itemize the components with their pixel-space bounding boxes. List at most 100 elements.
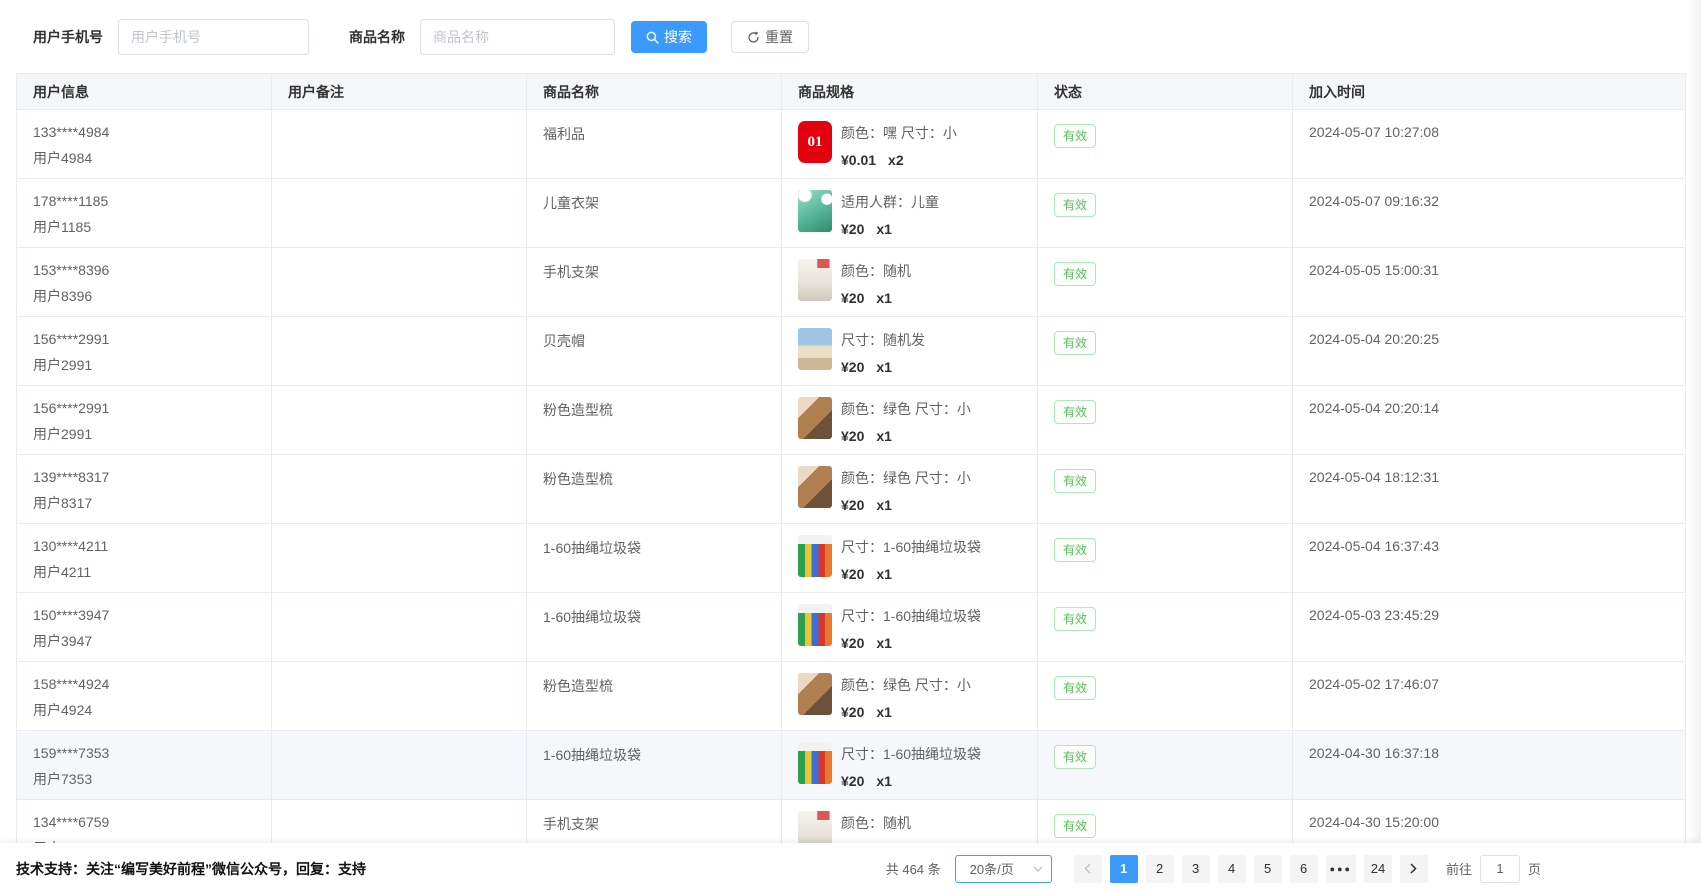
user-phone: 150****3947 [33, 607, 255, 623]
total-count: 共 464 条 [886, 859, 941, 878]
product-name: 1-60抽绳垃圾袋 [543, 745, 765, 765]
product-qty: x1 [876, 428, 892, 444]
table-header-row: 用户信息 用户备注 商品名称 商品规格 状态 加入时间 [17, 74, 1686, 110]
join-time: 2024-04-30 16:37:18 [1309, 745, 1669, 761]
footer-bar: 技术支持：关注“编写美好前程”微信公众号，回复：支持 共 464 条 20条/页… [0, 843, 1701, 894]
goto-page-input[interactable] [1480, 855, 1520, 883]
search-button[interactable]: 搜索 [631, 21, 707, 53]
reset-button[interactable]: 重置 [731, 21, 809, 53]
table-body: 133****4984 用户4984 福利品 01 颜色：嘿 尺寸：小 ¥0.0… [17, 110, 1686, 869]
page-button-2[interactable]: 2 [1146, 855, 1174, 883]
join-time: 2024-05-02 17:46:07 [1309, 676, 1669, 692]
page-button-3[interactable]: 3 [1182, 855, 1210, 883]
product-price: ¥20 [841, 221, 864, 237]
product-spec: 尺寸：随机发 [841, 330, 925, 350]
user-nickname: 用户7353 [33, 769, 255, 789]
user-nickname: 用户3947 [33, 631, 255, 651]
product-qty: x2 [888, 152, 904, 168]
product-thumbnail [798, 259, 832, 301]
phone-label: 用户手机号 [33, 27, 103, 47]
product-price: ¥0.01 [841, 152, 876, 168]
page-button-24[interactable]: 24 [1364, 855, 1392, 883]
product-qty: x1 [876, 773, 892, 789]
support-text: 技术支持：关注“编写美好前程”微信公众号，回复：支持 [16, 859, 366, 879]
product-name: 1-60抽绳垃圾袋 [543, 607, 765, 627]
status-badge: 有效 [1054, 193, 1096, 217]
user-phone: 134****6759 [33, 814, 255, 830]
table-row: 156****2991 用户2991 贝壳帽 尺寸：随机发 ¥20x1 [17, 317, 1686, 386]
page-button-4[interactable]: 4 [1218, 855, 1246, 883]
user-nickname: 用户2991 [33, 355, 255, 375]
product-thumbnail [798, 535, 832, 577]
product-spec: 颜色：随机 [841, 813, 911, 833]
product-spec: 颜色：绿色 尺寸：小 [841, 675, 971, 695]
join-time: 2024-05-04 16:37:43 [1309, 538, 1669, 554]
product-thumbnail [798, 673, 832, 715]
product-qty: x1 [876, 290, 892, 306]
product-price: ¥20 [841, 635, 864, 651]
product-thumbnail [798, 742, 832, 784]
user-nickname: 用户8396 [33, 286, 255, 306]
product-thumbnail [798, 466, 832, 508]
goto-suffix: 页 [1528, 859, 1541, 878]
product-qty: x1 [876, 497, 892, 513]
page-button-5[interactable]: 5 [1254, 855, 1282, 883]
product-thumbnail [798, 190, 832, 232]
product-name: 粉色造型梳 [543, 676, 765, 696]
status-badge: 有效 [1054, 814, 1096, 838]
user-phone: 153****8396 [33, 262, 255, 278]
product-thumbnail [798, 604, 832, 646]
product-spec: 尺寸：1-60抽绳垃圾袋 [841, 606, 981, 626]
chevron-right-icon [1410, 863, 1417, 874]
page-button-6[interactable]: 6 [1290, 855, 1318, 883]
product-name: 儿童衣架 [543, 193, 765, 213]
user-nickname: 用户1185 [33, 217, 255, 237]
user-phone: 156****2991 [33, 331, 255, 347]
user-phone: 156****2991 [33, 400, 255, 416]
table-row: 150****3947 用户3947 1-60抽绳垃圾袋 尺寸：1-60抽绳垃圾… [17, 593, 1686, 662]
product-thumbnail: 01 [798, 121, 832, 163]
user-nickname: 用户4211 [33, 562, 255, 582]
table-row: 159****7353 用户7353 1-60抽绳垃圾袋 尺寸：1-60抽绳垃圾… [17, 731, 1686, 800]
goto-label: 前往 [1446, 859, 1472, 878]
status-badge: 有效 [1054, 262, 1096, 286]
user-phone: 139****8317 [33, 469, 255, 485]
column-header-user-info: 用户信息 [17, 74, 272, 110]
product-qty: x1 [876, 704, 892, 720]
page-size-select[interactable]: 20条/页 [955, 855, 1052, 883]
product-price: ¥20 [841, 497, 864, 513]
scrollbar-track[interactable] [1687, 0, 1701, 843]
table-row: 158****4924 用户4924 粉色造型梳 颜色：绿色 尺寸：小 ¥20x… [17, 662, 1686, 731]
product-price: ¥20 [841, 290, 864, 306]
user-nickname: 用户4984 [33, 148, 255, 168]
page-button-1[interactable]: 1 [1110, 855, 1138, 883]
status-badge: 有效 [1054, 331, 1096, 355]
column-header-product-spec: 商品规格 [782, 74, 1038, 110]
next-page-button[interactable] [1400, 855, 1428, 883]
product-spec: 尺寸：1-60抽绳垃圾袋 [841, 537, 981, 557]
join-time: 2024-05-04 20:20:14 [1309, 400, 1669, 416]
table-row: 133****4984 用户4984 福利品 01 颜色：嘿 尺寸：小 ¥0.0… [17, 110, 1686, 179]
prev-page-button[interactable] [1074, 855, 1102, 883]
table-row: 178****1185 用户1185 儿童衣架 适用人群：儿童 ¥20x1 [17, 179, 1686, 248]
refresh-icon [747, 31, 760, 44]
page-ellipsis[interactable]: ●●● [1326, 855, 1356, 883]
product-spec: 颜色：绿色 尺寸：小 [841, 468, 971, 488]
join-time: 2024-05-04 18:12:31 [1309, 469, 1669, 485]
product-name: 贝壳帽 [543, 331, 765, 351]
user-phone: 158****4924 [33, 676, 255, 692]
pagination: 共 464 条 20条/页 123456 ●●● 24 前往 页 [886, 855, 1541, 883]
user-phone: 130****4211 [33, 538, 255, 554]
user-phone: 133****4984 [33, 124, 255, 140]
product-price: ¥20 [841, 704, 864, 720]
phone-input[interactable] [118, 19, 309, 55]
product-price: ¥20 [841, 566, 864, 582]
status-badge: 有效 [1054, 676, 1096, 700]
status-badge: 有效 [1054, 469, 1096, 493]
user-nickname: 用户2991 [33, 424, 255, 444]
user-nickname: 用户8317 [33, 493, 255, 513]
product-name-input[interactable] [420, 19, 615, 55]
product-spec: 颜色：嘿 尺寸：小 [841, 123, 957, 143]
product-qty: x1 [876, 221, 892, 237]
product-name: 福利品 [543, 124, 765, 144]
